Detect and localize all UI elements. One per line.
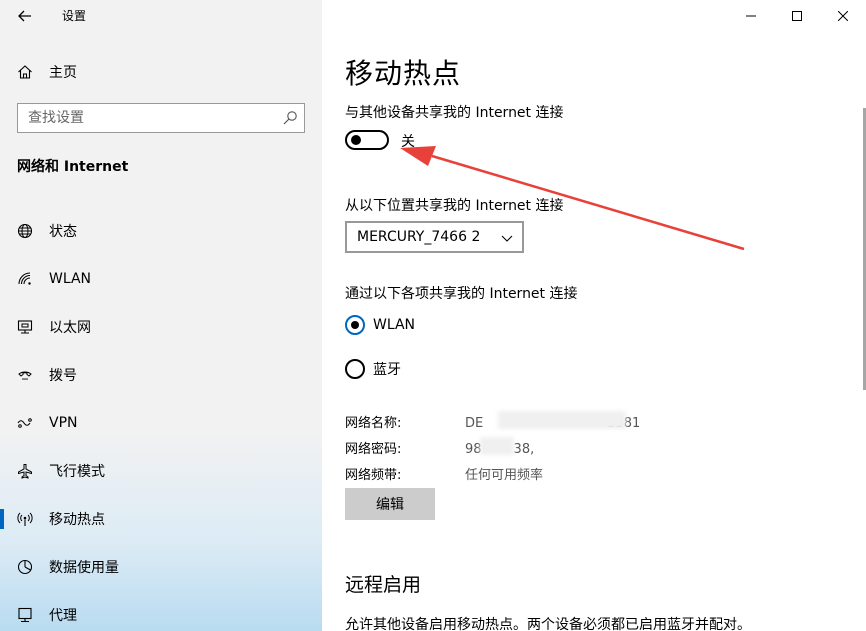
ethernet-icon [17, 319, 33, 335]
dialup-icon [17, 367, 33, 383]
redaction-mask [498, 411, 626, 429]
redaction-mask [480, 437, 514, 455]
proxy-icon [17, 607, 33, 623]
data-usage-icon [17, 559, 33, 575]
sidebar-item-label: 以太网 [49, 320, 91, 336]
info-value: 任何可用频率 [465, 468, 544, 483]
window-controls [728, 0, 866, 32]
remote-enable-title: 远程启用 [345, 574, 422, 596]
share-via-label: 通过以下各项共享我的 Internet 连接 [345, 286, 578, 302]
sidebar-item-data-usage[interactable]: 数据使用量 [0, 543, 322, 591]
globe-icon [17, 223, 33, 239]
sidebar-item-ethernet[interactable]: 以太网 [0, 303, 322, 351]
close-icon [838, 11, 848, 21]
maximize-icon [792, 11, 802, 21]
radio-label: 蓝牙 [373, 362, 401, 378]
sidebar-item-label: 拨号 [49, 368, 77, 384]
radio-wlan[interactable]: WLAN [345, 315, 415, 335]
share-label: 与其他设备共享我的 Internet 连接 [345, 105, 564, 121]
page-title: 移动热点 [345, 57, 462, 90]
minimize-icon [746, 15, 756, 17]
info-key: 网络名称: [345, 416, 402, 431]
chevron-down-icon [501, 235, 513, 242]
info-value-suffix: 38, [513, 442, 535, 457]
radio-bluetooth[interactable]: 蓝牙 [345, 359, 401, 379]
share-from-label: 从以下位置共享我的 Internet 连接 [345, 198, 564, 214]
section-title: 网络和 Internet [17, 159, 129, 175]
hotspot-toggle[interactable] [345, 130, 389, 150]
toggle-knob [351, 135, 361, 145]
sidebar-item-label: 代理 [49, 608, 77, 624]
airplane-icon [17, 463, 33, 479]
info-key: 网络频带: [345, 468, 402, 483]
settings-window: 设置 主页 网络和 Internet 状态 WLAN [0, 0, 866, 631]
close-button[interactable] [820, 0, 866, 32]
radio-label: WLAN [373, 317, 416, 333]
back-arrow-icon [18, 10, 31, 22]
sidebar-item-status[interactable]: 状态 [0, 207, 322, 255]
home-icon [17, 64, 33, 80]
main-content: 移动热点 与其他设备共享我的 Internet 连接 关 从以下位置共享我的 I… [322, 0, 866, 631]
vpn-icon [17, 415, 33, 431]
remote-enable-description: 允许其他设备启用移动热点。两个设备必须都已启用蓝牙并配对。 [345, 617, 751, 631]
home-label: 主页 [49, 65, 77, 81]
sidebar-item-dialup[interactable]: 拨号 [0, 351, 322, 399]
wifi-icon [17, 271, 33, 287]
edit-button[interactable]: 编辑 [345, 488, 435, 520]
sidebar-item-label: 飞行模式 [49, 464, 105, 480]
back-button[interactable] [10, 4, 40, 28]
toggle-state-label: 关 [401, 134, 415, 150]
sidebar-item-vpn[interactable]: VPN [0, 399, 322, 447]
sidebar-item-label: 数据使用量 [49, 560, 119, 576]
sidebar-item-hotspot[interactable]: 移动热点 [0, 495, 322, 543]
hotspot-icon [17, 511, 33, 527]
connection-select[interactable]: MERCURY_7466 2 [345, 221, 524, 253]
minimize-button[interactable] [728, 0, 774, 32]
sidebar-item-label: WLAN [49, 271, 92, 287]
search-input[interactable] [18, 104, 276, 132]
info-value-prefix: DE [465, 416, 484, 431]
sidebar-item-proxy[interactable]: 代理 [0, 591, 322, 631]
sidebar: 设置 主页 网络和 Internet 状态 WLAN [0, 0, 322, 631]
radio-button[interactable] [345, 359, 365, 379]
connection-select-value: MERCURY_7466 2 [357, 229, 481, 245]
radio-button-checked[interactable] [345, 315, 365, 335]
sidebar-item-airplane[interactable]: 飞行模式 [0, 447, 322, 495]
sidebar-item-label: 移动热点 [49, 512, 105, 528]
sidebar-item-label: VPN [49, 415, 78, 431]
network-band-row: 网络频带: 任何可用频率 [345, 464, 543, 483]
sidebar-item-label: 状态 [49, 224, 77, 240]
home-nav-item[interactable]: 主页 [0, 58, 322, 86]
search-icon [283, 111, 297, 125]
sidebar-item-wlan[interactable]: WLAN [0, 255, 322, 303]
maximize-button[interactable] [774, 0, 820, 32]
nav-list: 状态 WLAN 以太网 拨号 VPN 飞行模式 移动热点 数据使用量 代理 [0, 207, 322, 631]
app-title: 设置 [62, 9, 87, 23]
info-key: 网络密码: [345, 442, 402, 457]
search-box[interactable] [17, 103, 305, 133]
